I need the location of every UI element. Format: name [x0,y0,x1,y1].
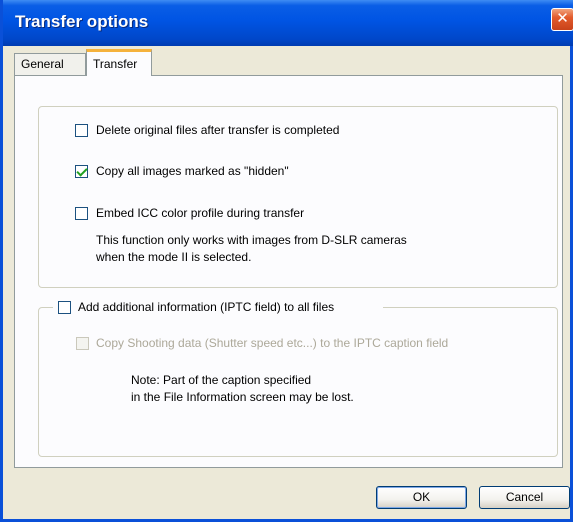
embed-icc-note-line1: This function only works with images fro… [96,233,407,247]
add-iptc-checkbox[interactable] [58,301,71,314]
tab-transfer[interactable]: Transfer [86,49,152,76]
tab-general[interactable]: General [14,53,86,75]
window-title: Transfer options [15,12,149,31]
title-bar[interactable]: Transfer options ✕ [3,0,573,46]
iptc-note-line2: in the File Information screen may be lo… [131,390,354,404]
embed-icc-label[interactable]: Embed ICC color profile during transfer [96,206,304,220]
embed-icc-note-line2: when the mode II is selected. [96,250,252,264]
copy-shooting-data-checkbox [76,337,89,350]
copy-hidden-checkbox[interactable] [75,165,88,178]
embed-icc-checkbox[interactable] [75,207,88,220]
add-iptc-label[interactable]: Add additional information (IPTC field) … [78,300,334,314]
delete-original-checkbox[interactable] [75,124,88,137]
cancel-button[interactable]: Cancel [479,486,570,509]
iptc-note-line1: Note: Part of the caption specified [131,373,312,387]
copy-shooting-data-label: Copy Shooting data (Shutter speed etc...… [96,336,449,350]
copy-hidden-label[interactable]: Copy all images marked as "hidden" [96,164,289,178]
delete-original-label[interactable]: Delete original files after transfer is … [96,123,339,137]
ok-button[interactable]: OK [376,486,467,509]
dialog-window: Transfer options ✕ General Transfer Dele… [0,0,573,522]
close-icon[interactable]: ✕ [551,8,573,31]
